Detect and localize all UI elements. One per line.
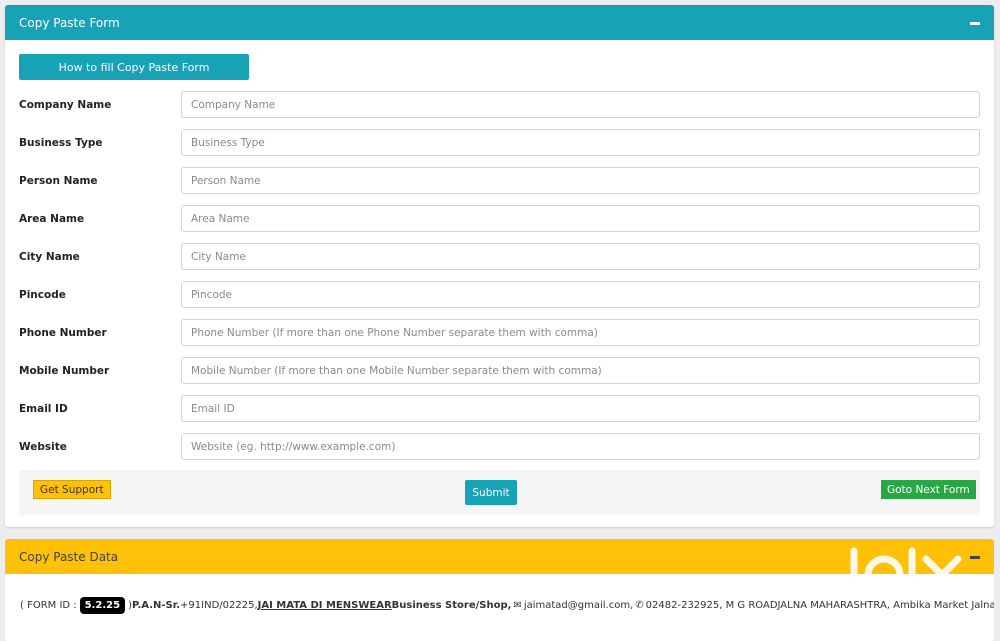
website-label: Website [19,440,67,453]
company-name-text: JAI MATA DI MENSWEAR [257,600,392,611]
business-type-row: Business Type Business Type [19,129,980,156]
watermark-country: INDIA [924,593,951,600]
website-row: Website Website (eg. http://www.example.… [19,433,980,460]
form-card-header[interactable]: Copy Paste Form [5,5,994,40]
mobile-number-input[interactable]: Mobile Number (If more than one Mobile N… [181,357,980,384]
email-id-input[interactable]: Email ID [181,395,980,422]
pan-code: +91IND [180,600,220,611]
pincode-input[interactable]: Pincode [181,281,980,308]
area-name-row: Area Name Area Name [19,205,980,232]
goto-next-form-button[interactable]: Goto Next Form [881,480,976,499]
phone-number-input[interactable]: Phone Number (If more than one Phone Num… [181,319,980,346]
company-name-input[interactable]: Company Name [181,91,980,118]
person-name-label: Person Name [19,174,98,187]
pincode-row: Pincode Pincode [19,281,980,308]
phone-number-row: Phone Number Phone Number (If more than … [19,319,980,346]
phone-icon: ✆ [635,600,644,611]
website-input[interactable]: Website (eg. http://www.example.com) [181,433,980,460]
city-name-label: City Name [19,250,80,263]
phone-number-label: Phone Number [19,326,107,339]
person-name-input[interactable]: Person Name [181,167,980,194]
area-name-label: Area Name [19,212,85,225]
mobile-number-label: Mobile Number [19,364,110,377]
pan-tail: /02225, [219,600,258,611]
email-id-row: Email ID Email ID [19,395,980,422]
pincode-label: Pincode [19,288,66,301]
copy-paste-data-card: Copy Paste Data ( FORM ID : 5.2.25 ) P.A… [5,539,994,641]
envelope-icon: ✉ [513,600,522,611]
minus-icon[interactable] [970,22,980,25]
area-name-input[interactable]: Area Name [181,205,980,232]
form-card-title: Copy Paste Form [19,15,120,30]
submit-button[interactable]: Submit [465,480,517,505]
city-name-row: City Name City Name [19,243,980,270]
email-text: jaimatad@gmail.com, [523,600,634,611]
data-card-title: Copy Paste Data [19,549,119,564]
how-to-fill-button[interactable]: How to fill Copy Paste Form [19,54,249,80]
form-id-badge: 5.2.25 [79,597,126,614]
form-id-prefix: ( FORM ID : [20,600,77,611]
mobile-number-row: Mobile Number Mobile Number (If more tha… [19,357,980,384]
email-id-label: Email ID [19,402,68,415]
company-name-label: Company Name [19,98,112,111]
company-name-row: Company Name Company Name [19,91,980,118]
business-type-label: Business Type [19,136,103,149]
pan-label: P.A.N-Sr. [132,600,181,611]
get-support-button[interactable]: Get Support [33,480,111,499]
data-card-header[interactable]: Copy Paste Data [5,539,994,574]
minus-icon[interactable] [970,556,980,559]
person-name-row: Person Name Person Name [19,167,980,194]
form-button-bar: Get Support Submit Goto Next Form [19,470,980,515]
business-type-text: Business Store/Shop, [391,600,512,611]
city-name-input[interactable]: City Name [181,243,980,270]
copy-paste-form-card: Copy Paste Form How to fill Copy Paste F… [5,5,994,527]
business-type-input[interactable]: Business Type [181,129,980,156]
